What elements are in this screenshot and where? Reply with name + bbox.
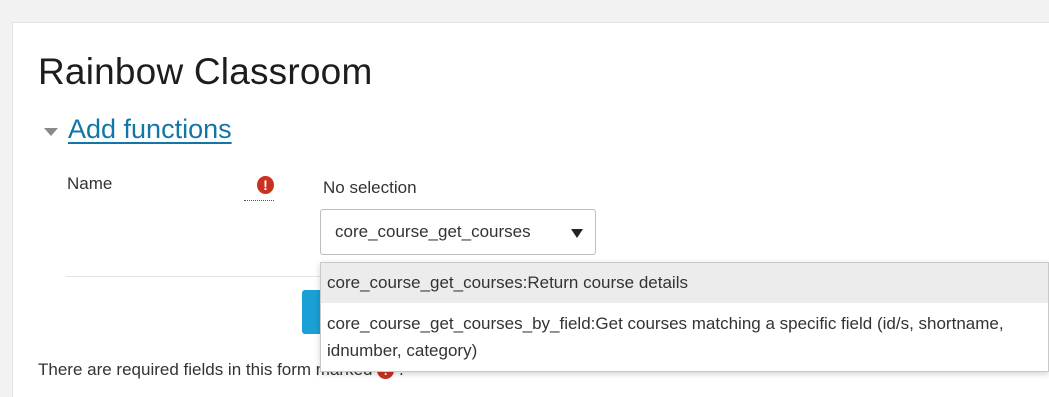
selection-status: No selection [323,178,417,197]
function-dropdown-list[interactable]: core_course_get_courses:Return course de… [320,262,1049,372]
dropdown-arrow-icon[interactable] [571,229,583,238]
name-label: Name [67,174,113,193]
function-select[interactable]: core_course_get_courses [320,209,596,255]
add-functions-button[interactable] [302,290,322,334]
section-toggle[interactable]: Add functions [44,114,232,145]
required-indicator: ! [244,176,274,201]
function-select-value: core_course_get_courses [335,222,531,241]
page-title: Rainbow Classroom [38,51,373,92]
add-functions-link[interactable]: Add functions [68,114,232,145]
exclamation-icon: ! [257,176,274,194]
dropdown-option[interactable]: core_course_get_courses:Return course de… [321,263,1048,303]
dropdown-option[interactable]: core_course_get_courses_by_field:Get cou… [321,303,1048,364]
divider [66,276,321,277]
caret-down-icon[interactable] [44,127,58,136]
